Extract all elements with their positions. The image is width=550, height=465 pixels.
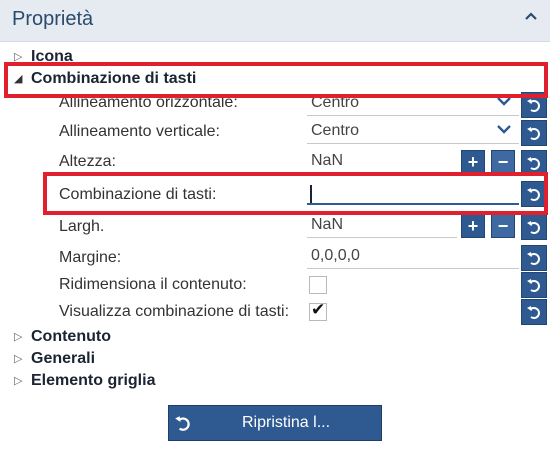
category-label: Combinazione di tasti	[31, 70, 197, 87]
chevron-down-icon[interactable]	[497, 122, 511, 136]
shortcut-input[interactable]	[307, 181, 519, 205]
undo-arrow-icon	[527, 252, 540, 265]
v-align-value: Centro	[311, 122, 360, 139]
undo-arrow-icon	[174, 414, 192, 437]
v-align-reset-button[interactable]	[521, 120, 547, 146]
category-label: Icona	[31, 48, 73, 65]
undo-arrow-icon	[527, 127, 540, 140]
expand-triangle-icon[interactable]: ▷	[14, 330, 22, 343]
height-value: NaN	[311, 152, 344, 169]
height-decrement-button[interactable]: −	[491, 150, 515, 174]
resize-label: Ridimensiona il contenuto:	[59, 276, 247, 293]
category-elemento-griglia[interactable]: ▷ Elemento griglia	[0, 372, 550, 392]
expand-triangle-icon[interactable]: ▷	[14, 50, 22, 63]
v-align-select[interactable]: Centro	[307, 120, 519, 144]
show-shortcut-reset-button[interactable]	[521, 299, 547, 325]
category-contenuto[interactable]: ▷ Contenuto	[0, 328, 550, 348]
undo-arrow-icon	[527, 157, 540, 170]
width-decrement-button[interactable]: −	[491, 214, 515, 238]
v-align-label: Allineamento verticale:	[59, 123, 220, 140]
width-value: NaN	[311, 216, 344, 233]
show-shortcut-label: Visualizza combinazione di tasti:	[59, 303, 290, 320]
undo-arrow-icon	[527, 99, 540, 112]
height-input[interactable]: NaN	[307, 150, 457, 174]
minus-icon: −	[497, 151, 509, 172]
minus-icon: −	[497, 215, 509, 236]
undo-arrow-icon	[527, 279, 540, 292]
h-align-reset-button[interactable]	[521, 92, 547, 118]
restore-button[interactable]: Ripristina l...	[168, 405, 382, 441]
category-label: Contenuto	[31, 328, 111, 345]
undo-arrow-icon	[527, 221, 540, 234]
category-generali[interactable]: ▷ Generali	[0, 350, 550, 370]
undo-arrow-icon	[527, 306, 540, 319]
show-shortcut-checkbox[interactable]: ✔	[309, 300, 327, 321]
width-input[interactable]: NaN	[307, 214, 457, 238]
margin-reset-button[interactable]	[521, 245, 547, 271]
expand-triangle-icon[interactable]: ▷	[14, 374, 22, 387]
undo-arrow-icon	[527, 188, 540, 201]
check-icon: ✔	[311, 300, 326, 319]
category-label: Generali	[31, 350, 96, 367]
category-icona[interactable]: ▷ Icona	[0, 48, 550, 68]
shortcut-label: Combinazione di tasti:	[59, 186, 217, 203]
shortcut-reset-button[interactable]	[521, 181, 547, 207]
margin-value: 0,0,0,0	[311, 247, 360, 264]
h-align-select[interactable]: Centro	[307, 92, 519, 116]
h-align-label: Allineamento orizzontale:	[59, 94, 238, 111]
category-combinazione-di-tasti[interactable]: ◢ Combinazione di tasti	[0, 70, 550, 90]
plus-icon: +	[467, 151, 479, 172]
restore-label: Ripristina l...	[242, 414, 331, 431]
height-label: Altezza:	[59, 153, 116, 170]
panel-title: Proprietà	[12, 8, 94, 30]
height-reset-button[interactable]	[521, 150, 547, 176]
margin-input[interactable]: 0,0,0,0	[307, 245, 519, 269]
expand-triangle-icon[interactable]: ▷	[14, 352, 22, 365]
category-label: Elemento griglia	[31, 372, 156, 389]
resize-checkbox[interactable]	[309, 276, 327, 294]
width-increment-button[interactable]: +	[461, 214, 485, 238]
chevron-down-icon[interactable]	[497, 94, 511, 108]
properties-header: Proprietà	[0, 0, 550, 42]
plus-icon: +	[467, 215, 479, 236]
collapse-triangle-icon[interactable]: ◢	[14, 72, 22, 85]
width-reset-button[interactable]	[521, 214, 547, 240]
height-increment-button[interactable]: +	[461, 150, 485, 174]
chevron-up-icon[interactable]	[524, 8, 538, 26]
text-caret	[310, 185, 312, 203]
h-align-value: Centro	[311, 94, 360, 111]
resize-reset-button[interactable]	[521, 272, 547, 298]
margin-label: Margine:	[59, 249, 122, 266]
width-label: Largh.	[59, 218, 105, 235]
